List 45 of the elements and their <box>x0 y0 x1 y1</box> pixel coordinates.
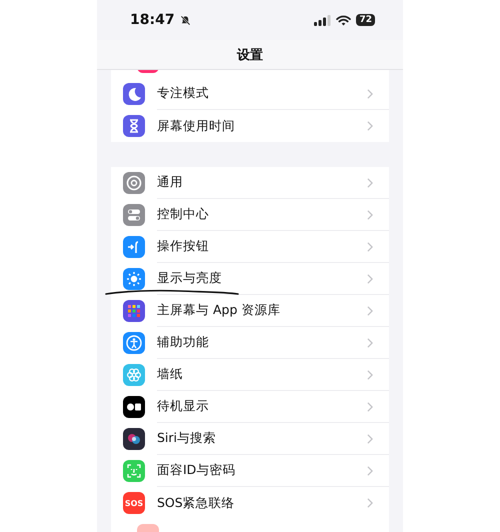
battery-level: 72 <box>356 14 375 26</box>
settings-row[interactable]: 显示与亮度 <box>111 263 389 295</box>
settings-label: Siri与搜索 <box>157 430 216 447</box>
chevron-icon <box>367 242 373 252</box>
chevron-icon <box>367 498 373 508</box>
chevron-icon <box>367 178 373 188</box>
settings-row[interactable]: 控制中心 <box>111 199 389 231</box>
status-time: 18:47 <box>130 12 175 28</box>
settings-label: 主屏幕与 App 资源库 <box>157 302 280 319</box>
settings-label: 辅助功能 <box>157 334 209 351</box>
settings-label: 墙纸 <box>157 366 183 383</box>
chevron-icon <box>367 434 373 444</box>
chevron-icon <box>367 370 373 380</box>
settings-row[interactable]: 墙纸 <box>111 359 389 391</box>
settings-row[interactable]: 屏幕使用时间 <box>111 110 389 142</box>
page-title: 设置 <box>237 47 263 64</box>
settings-label: SOS紧急联络 <box>157 494 235 512</box>
settings-row[interactable]: 操作按钮 <box>111 231 389 263</box>
settings-row[interactable]: 面容ID与密码 <box>111 455 389 487</box>
chevron-icon <box>367 338 373 348</box>
chevron-icon <box>367 121 373 131</box>
wifi-icon <box>336 14 352 26</box>
chevron-icon <box>367 88 373 98</box>
settings-label: 通用 <box>157 174 183 191</box>
settings-row[interactable]: 待机显示 <box>111 391 389 423</box>
signal-icon <box>314 14 332 26</box>
settings-label: 操作按钮 <box>157 238 209 255</box>
settings-label: 待机显示 <box>157 398 209 415</box>
settings-label: 面容ID与密码 <box>157 462 236 479</box>
settings-row[interactable]: 通用 <box>111 167 389 199</box>
settings-row[interactable]: SOS SOS紧急联络 <box>111 487 389 519</box>
settings-label: 专注模式 <box>157 85 209 102</box>
settings-label: 显示与亮度 <box>157 270 222 287</box>
settings-row[interactable]: 主屏幕与 App 资源库 <box>111 295 389 327</box>
settings-row[interactable]: Siri与搜索 <box>111 423 389 455</box>
chevron-icon <box>367 306 373 316</box>
chevron-icon <box>367 210 373 220</box>
chevron-icon <box>367 402 373 412</box>
chevron-icon <box>367 274 373 284</box>
setting-icon: SOS <box>123 492 145 514</box>
settings-row[interactable]: 专注模式 <box>111 78 389 110</box>
settings-label: 控制中心 <box>157 206 209 223</box>
settings-row[interactable]: 辅助功能 <box>111 327 389 359</box>
chevron-icon <box>367 466 373 476</box>
settings-label: 屏幕使用时间 <box>157 118 235 134</box>
